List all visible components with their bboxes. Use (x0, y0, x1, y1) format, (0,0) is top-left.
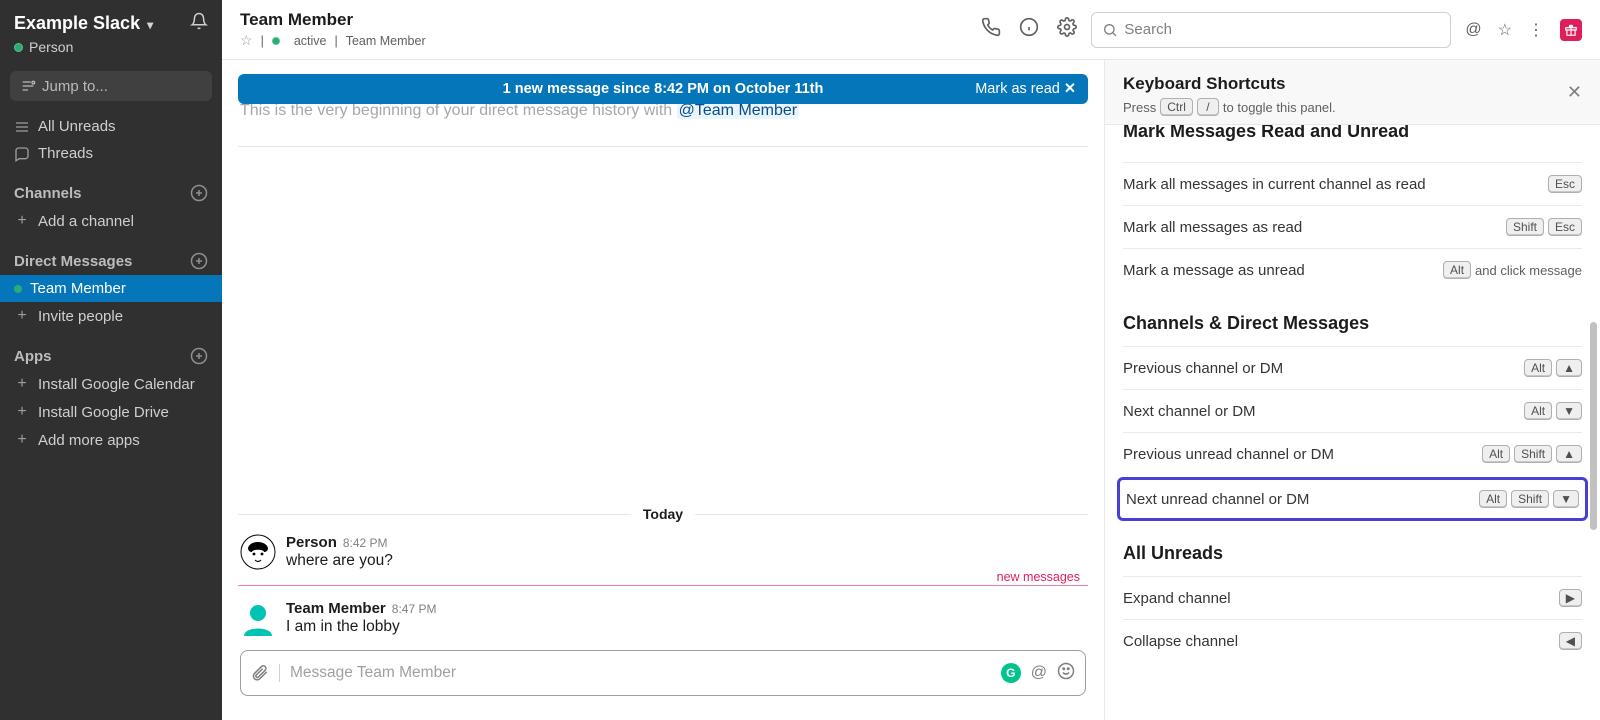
kbd-key: ▶ (1559, 589, 1582, 607)
kbd-key: ◀ (1559, 632, 1582, 650)
kbd-key: ▼ (1556, 402, 1582, 420)
more-menu-icon[interactable]: ⋮ (1528, 20, 1544, 40)
call-icon[interactable] (981, 17, 1001, 42)
close-icon[interactable]: ✕ (1567, 82, 1582, 103)
kbd-key: ▲ (1556, 445, 1582, 463)
scrollbar[interactable] (1590, 138, 1597, 714)
apps-header[interactable]: Apps (0, 342, 222, 370)
kbd-key: Esc (1548, 175, 1582, 193)
channels-header[interactable]: Channels (0, 179, 222, 207)
grammarly-icon[interactable]: G (1001, 663, 1021, 683)
kbd-key: Shift (1514, 445, 1552, 463)
mention-icon[interactable]: @ (1031, 664, 1047, 682)
new-dm-icon[interactable] (190, 252, 208, 270)
dm-item-team-member[interactable]: Team Member (0, 275, 222, 302)
new-message-banner[interactable]: 1 new message since 8:42 PM on October 1… (238, 74, 1088, 104)
messages-column: 1 new message since 8:42 PM on October 1… (222, 60, 1105, 720)
mentions-icon[interactable]: @ (1465, 21, 1481, 39)
message-time: 8:42 PM (343, 536, 388, 550)
nav-threads[interactable]: Threads (0, 140, 222, 167)
panel-hint: Press Ctrl / to toggle this panel. (1123, 98, 1582, 116)
close-icon[interactable]: ✕ (1064, 81, 1076, 97)
nav-all-unreads[interactable]: All Unreads (0, 113, 222, 140)
kbd-key: Alt (1524, 359, 1552, 377)
shortcut-row: Next channel or DM Alt▼ (1123, 389, 1582, 432)
star-icon[interactable]: ☆ (240, 32, 253, 49)
saved-star-icon[interactable]: ☆ (1498, 20, 1512, 40)
shortcut-row: Previous channel or DM Alt▲ (1123, 346, 1582, 389)
chevron-down-icon: ▾ (147, 18, 153, 32)
search-icon (1102, 22, 1118, 38)
panel-title: Keyboard Shortcuts (1123, 74, 1582, 94)
mark-as-read-button[interactable]: Mark as read✕ (975, 81, 1076, 97)
gift-icon[interactable] (1560, 19, 1582, 41)
message-sender[interactable]: Team Member (286, 600, 386, 617)
add-channel-button[interactable]: +Add a channel (0, 207, 222, 235)
kbd-key: ▼ (1553, 490, 1579, 508)
kbd-key: Ctrl (1160, 98, 1193, 116)
search-placeholder: Search (1124, 21, 1172, 38)
new-messages-divider: new messages (222, 578, 1104, 592)
direct-messages-header[interactable]: Direct Messages (0, 247, 222, 275)
section-title: Mark Messages Read and Unread (1123, 125, 1582, 142)
message-row[interactable]: Person 8:42 PM where are you? (222, 530, 1104, 574)
sidebar: Example Slack ▾ Person Jump to... All Un… (0, 0, 222, 720)
current-user-presence[interactable]: Person (0, 39, 222, 65)
shortcut-row: Collapse channel ◀ (1123, 619, 1582, 662)
workspace-switcher[interactable]: Example Slack ▾ (14, 13, 153, 34)
add-app-icon[interactable] (190, 347, 208, 365)
search-input[interactable]: Search (1091, 12, 1451, 48)
jump-to-input[interactable]: Jump to... (10, 71, 212, 101)
presence-dot-icon (14, 285, 22, 293)
avatar[interactable] (240, 600, 276, 636)
avatar[interactable] (240, 534, 276, 570)
highlighted-shortcut: Next unread channel or DM AltShift▼ (1117, 477, 1588, 521)
conversation-title: Team Member (240, 10, 426, 30)
message-row[interactable]: Team Member 8:47 PM I am in the lobby (222, 596, 1104, 640)
jump-to-placeholder: Jump to... (42, 78, 108, 95)
shortcut-row: Mark a message as unread Altand click me… (1123, 248, 1582, 291)
kbd-key: Alt (1524, 402, 1552, 420)
emoji-icon[interactable] (1057, 662, 1075, 685)
kbd-key: Esc (1548, 218, 1582, 236)
shortcut-row: Mark all messages in current channel as … (1123, 162, 1582, 205)
composer-input[interactable] (290, 664, 991, 682)
shortcut-row: Expand channel ▶ (1123, 576, 1582, 619)
presence-dot-icon (14, 43, 23, 52)
kbd-key: / (1197, 98, 1219, 116)
attach-icon[interactable] (251, 664, 280, 682)
kbd-key: Shift (1511, 490, 1549, 508)
app-item-google-calendar[interactable]: +Install Google Calendar (0, 370, 222, 398)
notifications-bell-icon[interactable] (190, 12, 208, 35)
message-text: I am in the lobby (286, 618, 1086, 636)
mention-link[interactable]: @Team Member (677, 102, 800, 119)
chat-header: Team Member ☆ | active | Team Member Sea… (222, 0, 1600, 60)
kbd-key: ▲ (1556, 359, 1582, 377)
info-icon[interactable] (1019, 17, 1039, 42)
conversation-subtitle: Team Member (346, 34, 426, 48)
app-item-add-more[interactable]: +Add more apps (0, 426, 222, 454)
presence-dot-icon (272, 37, 280, 45)
presence-label: active (294, 34, 327, 48)
shortcut-row: Mark all messages as read ShiftEsc (1123, 205, 1582, 248)
day-divider: Today (222, 506, 1104, 522)
message-composer[interactable]: G @ (240, 650, 1086, 696)
keyboard-shortcuts-panel: Keyboard Shortcuts Press Ctrl / to toggl… (1105, 60, 1600, 720)
add-channel-icon[interactable] (190, 184, 208, 202)
settings-gear-icon[interactable] (1057, 17, 1077, 42)
shortcut-row: Previous unread channel or DM AltShift▲ (1123, 432, 1582, 475)
kbd-key: Alt (1443, 261, 1471, 279)
kbd-key: Shift (1506, 218, 1544, 236)
app-item-google-drive[interactable]: +Install Google Drive (0, 398, 222, 426)
current-user-name: Person (29, 39, 73, 55)
message-time: 8:47 PM (392, 602, 437, 616)
section-title: All Unreads (1123, 543, 1582, 564)
invite-people-button[interactable]: +Invite people (0, 302, 222, 330)
message-sender[interactable]: Person (286, 534, 337, 551)
kbd-key: Alt (1482, 445, 1510, 463)
section-title: Channels & Direct Messages (1123, 313, 1582, 334)
kbd-key: Alt (1479, 490, 1507, 508)
message-text: where are you? (286, 552, 1086, 570)
banner-text: 1 new message since 8:42 PM on October 1… (238, 81, 1088, 97)
